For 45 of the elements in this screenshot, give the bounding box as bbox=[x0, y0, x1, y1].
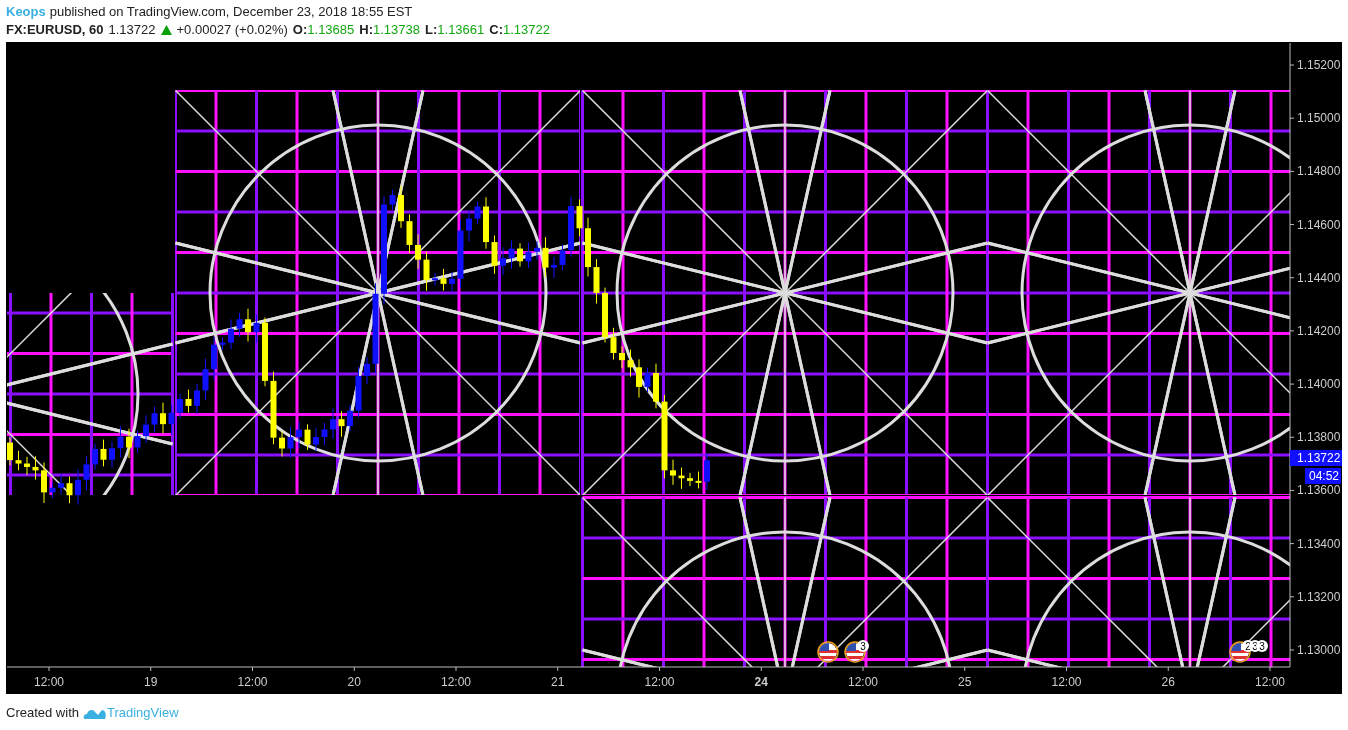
event-count-badge: 3 bbox=[1256, 640, 1268, 652]
time-tick-label: 12:00 bbox=[441, 675, 471, 689]
price-tick-label: 1.15200 bbox=[1297, 58, 1341, 72]
price-change: +0.00027 (+0.02%) bbox=[176, 21, 288, 39]
price-tick-label: 1.13800 bbox=[1297, 430, 1341, 445]
ohlc-key: C: bbox=[489, 21, 503, 39]
price-tick-label: 1.14200 bbox=[1297, 323, 1341, 338]
ohlc-value: 1.13738 bbox=[373, 21, 420, 39]
price-tick-label: 1.13200 bbox=[1297, 589, 1341, 604]
price-tick-label: 1.15000 bbox=[1297, 111, 1341, 126]
time-tick-label: 26 bbox=[1161, 675, 1175, 689]
time-tick-label: 12:00 bbox=[237, 675, 268, 689]
ohlc-value: 1.13722 bbox=[503, 21, 550, 39]
ohlc-key: H: bbox=[359, 21, 373, 39]
time-tick-label: 12:00 bbox=[644, 675, 675, 689]
price-tick-label: 1.13600 bbox=[1297, 483, 1341, 498]
countdown-label: 04:52 bbox=[1305, 468, 1341, 484]
ohlc-key: L: bbox=[425, 21, 438, 39]
price-tick-label: 1.14600 bbox=[1297, 217, 1341, 232]
event-count-badge: 3 bbox=[857, 640, 869, 652]
time-tick-label: 12:00 bbox=[1051, 675, 1082, 689]
current-price-label: 1.13722 bbox=[1290, 450, 1342, 466]
time-tick-label: 12:00 bbox=[34, 675, 64, 689]
time-tick-label: 12:00 bbox=[848, 675, 878, 689]
time-tick-label: 25 bbox=[958, 675, 972, 689]
flag-event-icon[interactable] bbox=[817, 641, 839, 663]
price-tick-label: 1.14400 bbox=[1297, 270, 1341, 285]
ohlc-value: 1.13685 bbox=[307, 21, 355, 39]
time-tick-label: 21 bbox=[551, 675, 565, 689]
last-price: 1.13722 bbox=[108, 21, 156, 39]
time-tick-label: 19 bbox=[144, 675, 158, 689]
price-tick-label: 1.13400 bbox=[1297, 536, 1341, 551]
price-tick-label: 1.14800 bbox=[1297, 164, 1341, 179]
symbol-title: FX:EURUSD, 60 bbox=[6, 21, 104, 39]
ohlc-value: 1.13661 bbox=[437, 21, 485, 39]
price-tick-label: 1.14000 bbox=[1297, 377, 1341, 392]
brand-link[interactable]: TradingView bbox=[107, 703, 179, 723]
price-tick-label: 1.13000 bbox=[1297, 643, 1341, 657]
published-text: published on TradingView.com, December 23, 2018 18:55 EST bbox=[49, 3, 413, 21]
time-tick-label: 12:00 bbox=[1255, 675, 1285, 689]
author-link[interactable]: Keops bbox=[6, 3, 46, 21]
time-tick-label: 24 bbox=[754, 675, 768, 689]
ohlc-key: O: bbox=[292, 21, 308, 39]
time-tick-label: 20 bbox=[347, 675, 361, 689]
footer-text: Created with bbox=[6, 704, 79, 722]
